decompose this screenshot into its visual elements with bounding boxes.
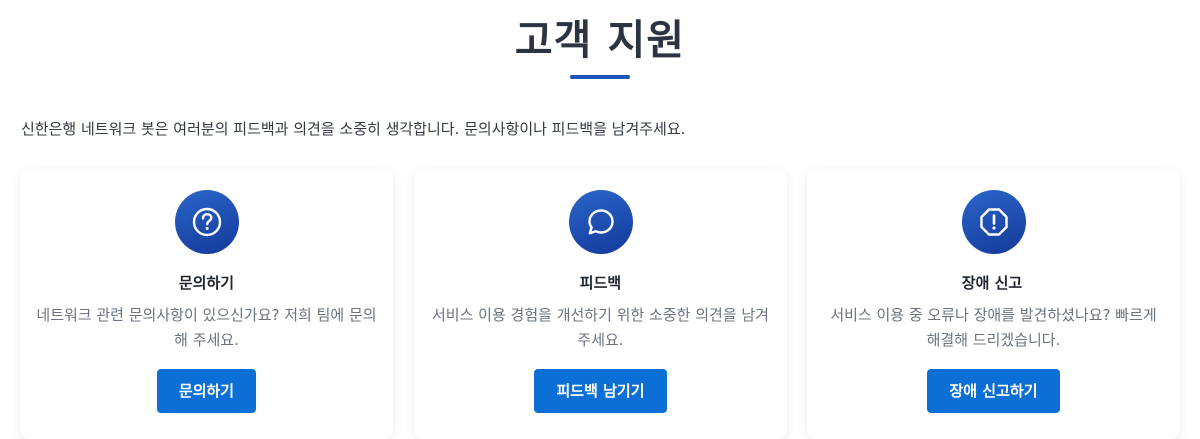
inquiry-button[interactable]: 문의하기 (157, 369, 256, 413)
feedback-card: 피드백 서비스 이용 경험을 개선하기 위한 소중한 의견을 남겨주세요. 피드… (414, 169, 787, 439)
inquiry-card: 문의하기 네트워크 관련 문의사항이 있으신가요? 저희 팀에 문의해 주세요.… (20, 169, 393, 439)
page-title: 고객 지원 (514, 16, 686, 64)
incident-report-card-description: 서비스 이용 중 오류나 장애를 발견하셨나요? 빠르게 해결해 드리겠습니다. (830, 306, 1157, 349)
feedback-card-title: 피드백 (579, 274, 622, 292)
chat-bubble-icon (569, 190, 633, 254)
title-underline (570, 75, 630, 79)
support-cards: 문의하기 네트워크 관련 문의사항이 있으신가요? 저희 팀에 문의해 주세요.… (20, 169, 1181, 439)
incident-report-card-title: 장애 신고 (961, 274, 1023, 292)
question-circle-icon (175, 190, 239, 254)
intro-text: 신한은행 네트워크 봇은 여러분의 피드백과 의견을 소중히 생각합니다. 문의… (21, 120, 686, 138)
inquiry-card-description: 네트워크 관련 문의사항이 있으신가요? 저희 팀에 문의해 주세요. (36, 306, 377, 349)
incident-report-button[interactable]: 장애 신고하기 (927, 369, 1060, 413)
incident-report-card: 장애 신고 서비스 이용 중 오류나 장애를 발견하셨나요? 빠르게 해결해 드… (807, 169, 1180, 439)
inquiry-card-title: 문의하기 (178, 274, 235, 292)
feedback-button[interactable]: 피드백 남기기 (534, 369, 667, 413)
alert-octagon-icon (962, 190, 1026, 254)
feedback-card-description: 서비스 이용 경험을 개선하기 위한 소중한 의견을 남겨주세요. (432, 306, 769, 349)
